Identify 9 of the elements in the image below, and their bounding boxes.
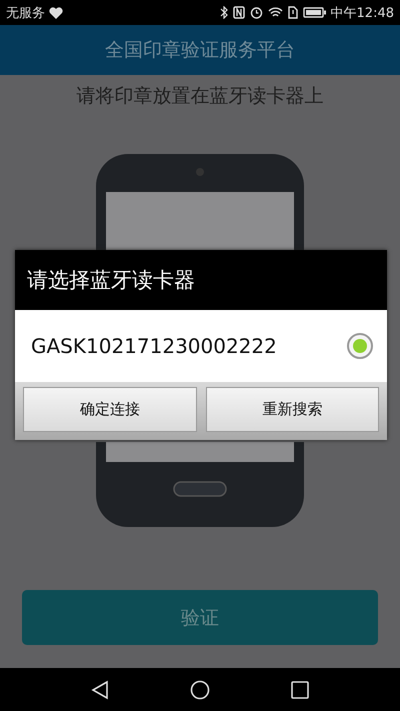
- device-name: GASK102171230002222: [31, 334, 278, 358]
- dialog-title: 请选择蓝牙读卡器: [15, 250, 387, 310]
- clock-text: 中午12:48: [330, 4, 394, 22]
- dialog-button[interactable]: 重新搜索: [206, 387, 379, 432]
- dialog-button[interactable]: 确定连接: [23, 387, 196, 432]
- device-option[interactable]: GASK102171230002222: [15, 310, 387, 382]
- app-title-bar: 全国印章验证服务平台: [0, 25, 400, 75]
- carrier-text: 无服务: [6, 4, 45, 22]
- instruction-text: 请将印章放置在蓝牙读卡器上: [76, 84, 324, 109]
